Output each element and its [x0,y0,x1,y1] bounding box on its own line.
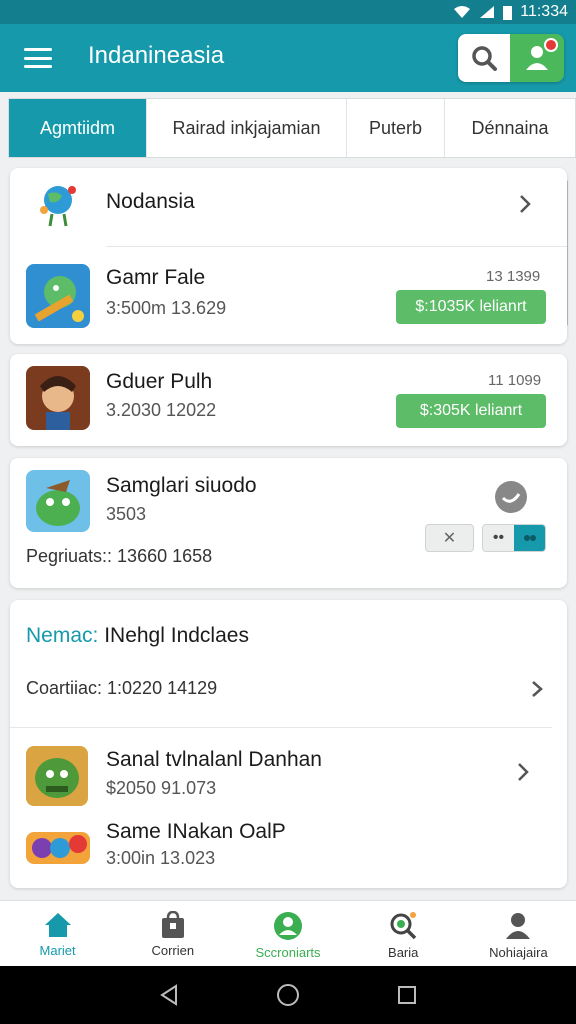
app-title: Indanineasia [88,42,225,69]
battery-icon [503,5,513,20]
item-title: Gduer Pulh [106,370,213,393]
nav-sccroniarts[interactable]: Sccroniarts [230,901,345,966]
tab-puterb[interactable]: Puterb [347,99,445,157]
game-dragon-icon [26,264,90,328]
item-meta: $2050 91.073 [106,778,217,798]
app-bar: Indanineasia [0,24,576,92]
card-header-title: Nodansia [106,190,195,213]
card-nodansia: Nodansia Gamr Fale 3:500m 13.629 13 1399… [10,168,567,344]
item-title: Same INakan OalP [106,820,286,843]
item-title: Sanal tvlnalanl Danhan [106,748,322,771]
game-ogre-icon [26,746,88,806]
bottom-navigation: Mariet Corrien Sccroniarts Baria Nohiaja… [0,900,576,966]
status-bar: 11:334 [0,0,576,24]
card-gduer-pulh[interactable]: Gduer Pulh 3.2030 12022 11 1099 $:305K l… [10,354,567,446]
tab-agmtiidm[interactable]: Agmtiidm [9,99,147,157]
menu-icon[interactable] [24,46,52,70]
home-circle-icon[interactable] [276,983,300,1007]
nav-corrien[interactable]: Corrien [115,901,230,966]
back-icon[interactable] [159,984,179,1006]
nav-mariet[interactable]: Mariet [0,901,115,966]
game-blocks-icon [26,832,90,864]
chevron-right-icon[interactable] [518,194,532,214]
status-icon[interactable] [494,480,528,514]
person-icon [506,913,531,939]
status-time: 11:334 [520,3,568,20]
card-samglari: Samglari siuodo 3503 Pegriuats:: 13660 1… [10,458,567,588]
home-icon [44,913,71,937]
nav-baria[interactable]: Baria [346,901,461,966]
globe-mascot-icon [40,186,76,227]
item-date: 13 1399 [486,268,541,285]
price-button[interactable]: $:305K lelianrt [396,394,546,428]
search-button[interactable] [458,34,510,82]
search-icon [472,46,497,71]
action-group [458,34,564,82]
toggle-group[interactable]: •• [482,524,546,552]
item-meta: 3:00in 13.023 [106,848,216,868]
tab-dennaina[interactable]: Dénnaina [445,99,575,157]
item-meta: 3:500m 13.629 [106,298,227,318]
game-monster-icon [26,470,90,532]
item-meta: 3.2030 12022 [106,400,217,420]
game-hero-icon [26,366,90,430]
item-title: Samglari siuodo [106,474,257,497]
search-icon [390,912,417,940]
account-icon [274,912,302,940]
section-subline: Coartiiac: 1:0220 14129 [26,678,218,698]
item-date: 11 1099 [488,372,542,389]
signal-icon [480,6,495,18]
notification-badge [544,38,558,52]
recents-icon[interactable] [397,985,417,1005]
bag-icon [161,911,184,938]
profile-button[interactable] [510,34,564,82]
section-title: Nemac: INehgl Indclaes [26,624,249,647]
system-navigation [0,966,576,1024]
more-icon[interactable]: •• [483,525,514,551]
price-button[interactable]: $:1035K lelianrt [396,290,546,324]
close-button[interactable]: ✕ [425,524,474,552]
close-icon: ✕ [442,530,457,547]
tab-rairad[interactable]: Rairad inkjajamian [147,99,347,157]
wifi-icon [454,6,471,18]
tab-bar: Agmtiidm Rairad inkjajamian Puterb Dénna… [8,98,576,158]
item-footer: Pegriuats:: 13660 1658 [26,546,213,566]
item-meta: 3503 [106,504,147,524]
item-title: Gamr Fale [106,266,206,289]
chevron-right-icon[interactable] [528,680,546,698]
link-icon[interactable] [514,525,545,551]
nav-nohiajaira[interactable]: Nohiajaira [461,901,576,966]
chevron-right-icon[interactable] [516,762,530,782]
